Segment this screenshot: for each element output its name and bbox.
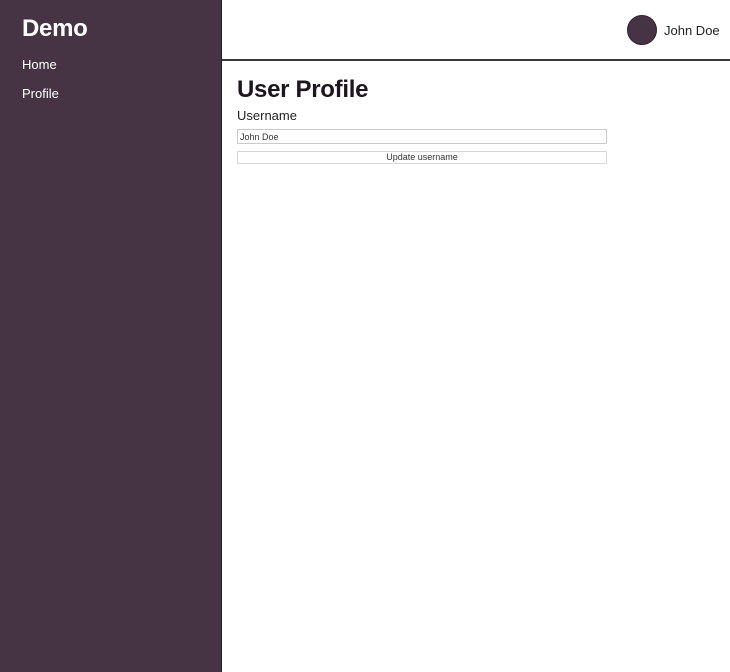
user-name[interactable]: John Doe — [664, 23, 720, 38]
sidebar-item-profile[interactable]: Profile — [22, 86, 59, 115]
sidebar: Demo Home Profile — [0, 0, 222, 672]
username-label: Username — [237, 108, 297, 123]
update-username-button[interactable]: Update username — [237, 151, 607, 164]
username-input[interactable] — [237, 129, 607, 144]
sidebar-nav: Home Profile — [22, 57, 59, 115]
main-content: User Profile Username Update username — [222, 61, 730, 672]
app-title: Demo — [22, 15, 88, 42]
app-root: Demo Home Profile John Doe User Profile … — [0, 0, 730, 672]
page-title: User Profile — [237, 76, 369, 103]
top-header: John Doe — [222, 0, 730, 61]
avatar[interactable] — [627, 15, 657, 45]
user-menu[interactable]: John Doe — [627, 15, 720, 45]
sidebar-item-home[interactable]: Home — [22, 57, 59, 86]
